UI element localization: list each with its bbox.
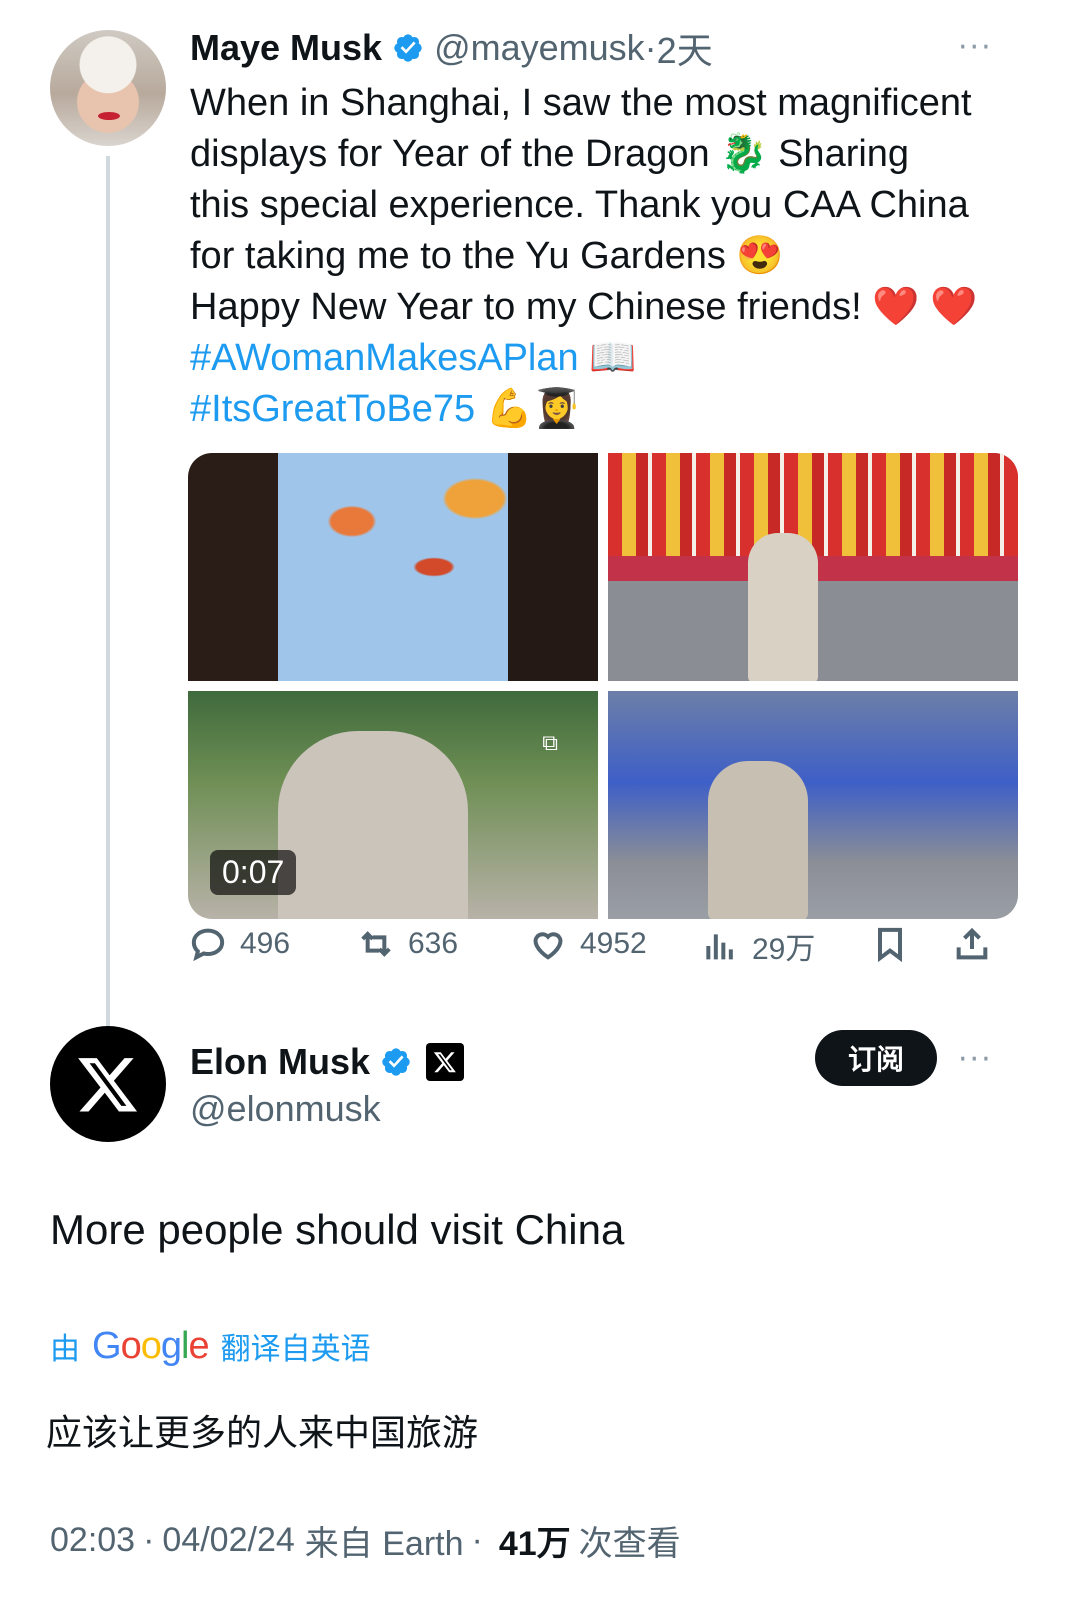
video-duration: 0:07: [210, 850, 297, 895]
author-handle[interactable]: @mayemusk: [434, 27, 645, 69]
photo-detail: [278, 731, 468, 919]
avatar-detail: [98, 112, 120, 120]
reply-tweet-text: More people should visit China: [50, 1206, 625, 1253]
thread-connector-line: [106, 156, 110, 1026]
photo-tile[interactable]: [188, 453, 598, 681]
tweet-date[interactable]: 04/02/24: [162, 1521, 294, 1560]
repost-button[interactable]: 636: [356, 924, 458, 964]
author-handle[interactable]: @elonmusk: [190, 1088, 381, 1130]
affiliate-x-badge-icon: [426, 1043, 465, 1081]
tweet-time[interactable]: 02:03: [50, 1521, 135, 1560]
share-button[interactable]: [952, 924, 992, 964]
translation-attribution[interactable]: 由 Google 翻译自英语: [50, 1322, 371, 1370]
parent-tweet-text: When in Shanghai, I saw the most magnifi…: [190, 78, 1020, 435]
tweet-actions-bar: 496 636 4952 29万: [188, 920, 1018, 972]
like-button[interactable]: 4952: [528, 924, 647, 964]
media-overlay-icon: ⧉: [542, 731, 558, 756]
tweet-line: displays for Year of the Dragon 🐉 Sharin…: [190, 133, 910, 175]
tweet-line: Happy New Year to my Chinese friends! ❤️…: [190, 286, 978, 328]
photo-detail: [748, 533, 818, 681]
repost-icon: [361, 931, 391, 957]
verified-badge-icon: [382, 1048, 410, 1076]
hashtag-link[interactable]: #ItsGreatToBe75 💪👩‍🎓: [190, 384, 1020, 435]
tweet-line: this special experience. Thank you CAA C…: [190, 184, 969, 226]
separator-dot: ·: [644, 27, 657, 68]
more-options-icon[interactable]: ···: [958, 30, 993, 65]
repost-count: 636: [408, 927, 459, 960]
hashtag-link[interactable]: #AWomanMakesAPlan 📖: [190, 333, 1020, 384]
author-name[interactable]: Maye Musk: [190, 27, 382, 69]
heart-icon: [533, 932, 563, 960]
translate-suffix: 翻译自英语: [220, 1332, 371, 1367]
tweet-meta: 02:03 · 04/02/24 来自 Earth · 41万 次查看: [50, 1516, 681, 1564]
tweet-line: for taking me to the Yu Gardens 😍: [190, 235, 784, 277]
bookmark-icon: [878, 927, 902, 963]
photo-tile[interactable]: [608, 691, 1018, 919]
reply-tweet-header: Elon Musk: [190, 1036, 465, 1088]
parent-tweet-header: Maye Musk @mayemusk · 2天: [190, 22, 713, 74]
google-logo: Google: [92, 1324, 210, 1367]
author-name[interactable]: Elon Musk: [190, 1041, 370, 1083]
avatar-maye-musk[interactable]: [50, 30, 166, 146]
translated-text: 应该让更多的人来中国旅游: [46, 1413, 479, 1454]
separator-dot: ·: [143, 1520, 155, 1559]
tweet-line: When in Shanghai, I saw the most magnifi…: [190, 82, 972, 124]
share-icon: [956, 927, 988, 960]
views-count: 29万: [752, 933, 816, 966]
video-tile[interactable]: ⧉ 0:07: [188, 691, 598, 919]
photo-detail: [708, 761, 808, 919]
tweet-source: 来自 Earth: [304, 1524, 464, 1563]
translate-prefix: 由: [50, 1332, 80, 1367]
views-label: 次查看: [578, 1524, 681, 1563]
reply-icon: [191, 928, 225, 962]
separator-dot: ·: [471, 1520, 483, 1559]
views-icon: [706, 934, 733, 960]
views-total: 41万: [498, 1524, 571, 1563]
photo-tile[interactable]: [608, 453, 1018, 681]
more-options-icon[interactable]: ···: [958, 1042, 993, 1077]
views-button[interactable]: 29万: [700, 924, 815, 968]
subscribe-button[interactable]: 订阅: [815, 1030, 937, 1086]
tweet-age[interactable]: 2天: [657, 22, 713, 74]
media-grid: ⧉ 0:07: [188, 453, 1018, 919]
reply-button[interactable]: 496: [188, 924, 290, 964]
avatar-elon-musk[interactable]: [50, 1026, 166, 1142]
like-count: 4952: [580, 927, 647, 960]
x-logo-icon: [78, 1058, 138, 1112]
verified-badge-icon: [394, 34, 422, 62]
reply-count: 496: [240, 927, 291, 960]
bookmark-button[interactable]: [870, 924, 910, 964]
